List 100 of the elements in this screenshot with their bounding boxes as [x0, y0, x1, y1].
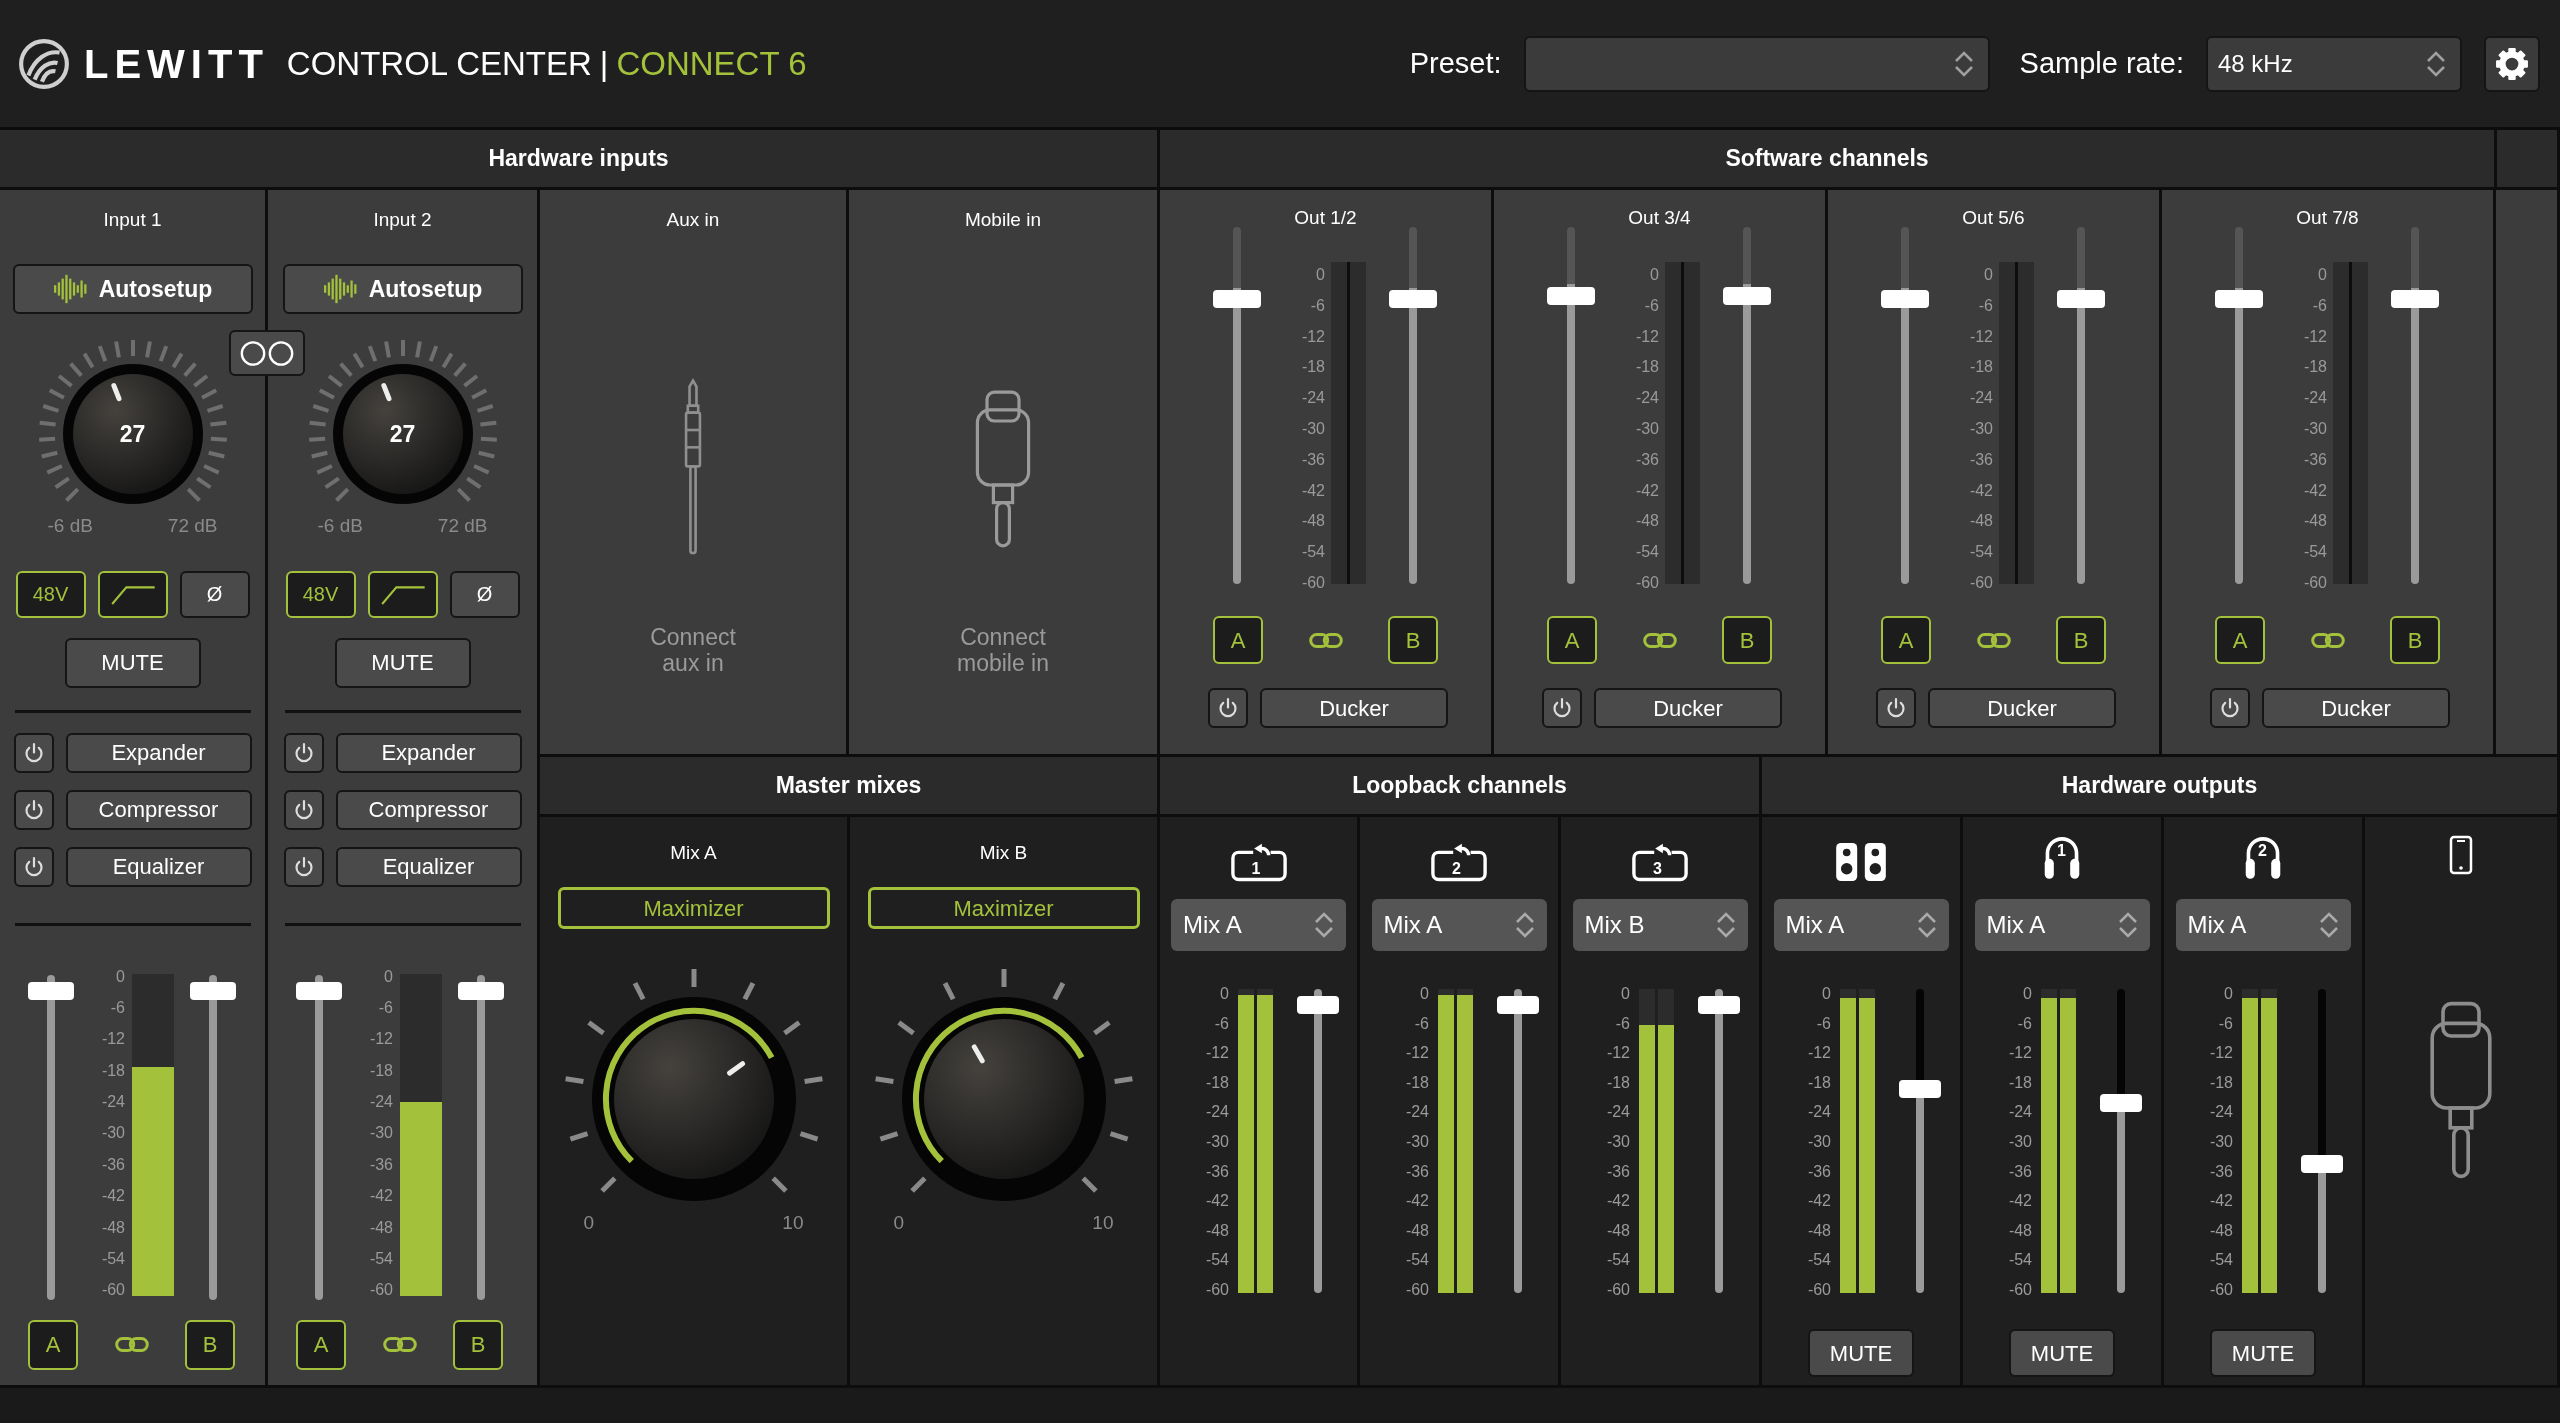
power-button[interactable]	[13, 789, 54, 830]
phantom-power-button[interactable]: 48V	[285, 570, 356, 618]
gain-knob[interactable]	[332, 364, 473, 504]
scale-label: -24	[101, 1093, 125, 1112]
scale-label: -30	[1205, 1132, 1229, 1151]
mute-button[interactable]: MUTE	[2210, 1329, 2316, 1377]
phase-button[interactable]: Ø	[179, 570, 250, 618]
route-button[interactable]: B	[185, 1319, 235, 1370]
power-button[interactable]	[283, 846, 324, 887]
sample-rate-dropdown[interactable]: 48 kHz	[2206, 35, 2462, 92]
maximizer-button[interactable]: Maximizer	[867, 887, 1140, 929]
scale-label: -18	[2008, 1073, 2032, 1092]
processor-button[interactable]: Compressor	[335, 789, 522, 830]
fader-handle[interactable]	[1723, 287, 1771, 306]
channel-name: Mobile in	[964, 208, 1041, 232]
route-button[interactable]: A	[28, 1319, 78, 1370]
fader-handle[interactable]	[2215, 290, 2263, 309]
channel-number: 1	[1251, 861, 1261, 877]
route-button[interactable]: B	[1388, 616, 1438, 664]
mute-button[interactable]: MUTE	[64, 637, 201, 688]
processor-button[interactable]: Equalizer	[335, 846, 522, 887]
phase-button[interactable]: Ø	[449, 570, 520, 618]
maximizer-knob[interactable]	[591, 997, 796, 1201]
gain-knob[interactable]	[62, 364, 203, 504]
processor-button[interactable]: Equalizer	[65, 846, 252, 887]
fader-handle[interactable]	[1297, 996, 1339, 1014]
power-button[interactable]	[2210, 688, 2250, 728]
source-dropdown[interactable]: Mix A	[1171, 899, 1346, 951]
source-dropdown[interactable]: Mix B	[1572, 899, 1748, 951]
high-pass-button[interactable]	[97, 570, 168, 618]
fader-handle[interactable]	[1899, 1079, 1941, 1098]
route-button[interactable]: A	[2215, 616, 2265, 664]
fader-handle[interactable]	[1698, 996, 1740, 1014]
maximizer-button[interactable]: Maximizer	[557, 887, 830, 929]
fader-handle[interactable]	[2301, 1155, 2343, 1173]
scale-label: -36	[2008, 1162, 2032, 1181]
scale-label: -54	[2303, 543, 2327, 562]
route-button[interactable]: A	[1547, 616, 1597, 664]
power-button[interactable]	[13, 732, 54, 773]
route-button[interactable]: B	[2390, 616, 2440, 664]
ducker-button[interactable]: Ducker	[1928, 688, 2116, 728]
ducker-button[interactable]: Ducker	[1260, 688, 1448, 728]
fader-handle[interactable]	[1497, 996, 1539, 1014]
processor-button[interactable]: Expander	[65, 732, 252, 773]
section-header: Software channels	[1160, 130, 2497, 190]
route-button[interactable]: B	[1722, 616, 1772, 664]
power-button[interactable]	[1876, 688, 1916, 728]
scale-label: -48	[2008, 1221, 2032, 1240]
fader-handle[interactable]	[1389, 290, 1437, 309]
ducker-button[interactable]: Ducker	[1594, 688, 1782, 728]
ducker-button[interactable]: Ducker	[2262, 688, 2450, 728]
scale-label: -12	[1807, 1044, 1831, 1063]
source-dropdown[interactable]: Mix A	[2175, 899, 2351, 951]
source-dropdown[interactable]: Mix A	[1974, 899, 2150, 951]
scale-label: 0	[2318, 266, 2327, 284]
scale-label: -24	[1405, 1103, 1429, 1122]
route-button[interactable]: B	[453, 1319, 503, 1370]
settings-button[interactable]	[2484, 35, 2540, 92]
stereo-link-button[interactable]	[229, 330, 305, 376]
fader-handle[interactable]	[2100, 1093, 2142, 1112]
source-dropdown[interactable]: Mix A	[1773, 899, 1949, 951]
high-pass-button[interactable]	[367, 570, 438, 618]
power-button[interactable]	[283, 732, 324, 773]
fader-handle[interactable]	[1881, 290, 1929, 309]
fader-handle[interactable]	[1213, 290, 1261, 309]
route-button[interactable]: A	[296, 1319, 346, 1370]
scale-label: -60	[1405, 1280, 1429, 1299]
fader-handle[interactable]	[296, 981, 342, 1000]
scale-label: -6	[1214, 1014, 1229, 1033]
fader-handle[interactable]	[2057, 290, 2105, 309]
scale-label: -60	[1807, 1280, 1831, 1299]
mute-button[interactable]: MUTE	[2009, 1329, 2115, 1377]
fader-handle[interactable]	[1547, 287, 1595, 306]
fader-handle[interactable]	[2391, 290, 2439, 309]
power-button[interactable]	[283, 789, 324, 830]
power-button[interactable]	[1208, 688, 1248, 728]
power-button[interactable]	[13, 846, 54, 887]
channel-name: Out 3/4	[1628, 206, 1691, 230]
source-dropdown[interactable]: Mix A	[1371, 899, 1547, 951]
autosetup-button[interactable]: Autosetup	[282, 264, 523, 314]
fader-handle[interactable]	[28, 981, 74, 1000]
processor-button[interactable]: Compressor	[65, 789, 252, 830]
fader-handle[interactable]	[458, 981, 504, 1000]
fader-handle[interactable]	[190, 981, 236, 1000]
scale-label: -36	[101, 1155, 125, 1174]
route-button[interactable]: B	[2056, 616, 2106, 664]
mute-button[interactable]: MUTE	[1808, 1329, 1914, 1377]
processor-button[interactable]: Expander	[335, 732, 522, 773]
scale-label: -48	[2303, 512, 2327, 531]
mute-button[interactable]: MUTE	[334, 637, 471, 688]
scale-label: -6	[378, 998, 393, 1017]
phantom-power-button[interactable]: 48V	[15, 570, 86, 618]
route-button[interactable]: A	[1881, 616, 1931, 664]
autosetup-button[interactable]: Autosetup	[12, 264, 253, 314]
route-button[interactable]: A	[1213, 616, 1263, 664]
scale-label: -60	[369, 1281, 393, 1300]
section-header: Loopback channels	[1160, 757, 1762, 817]
scale-label: -18	[1969, 358, 1993, 377]
power-button[interactable]	[1542, 688, 1582, 728]
maximizer-knob[interactable]	[901, 997, 1106, 1201]
